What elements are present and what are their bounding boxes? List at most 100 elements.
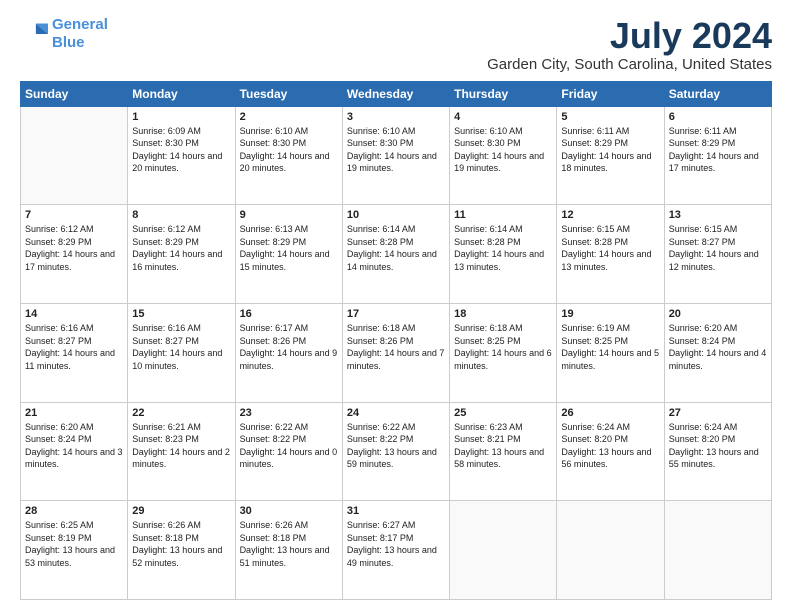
day-number: 24 <box>347 407 445 419</box>
calendar-cell <box>450 501 557 600</box>
calendar-cell: 5 Sunrise: 6:11 AM Sunset: 8:29 PM Daylig… <box>557 106 664 205</box>
title-block: July 2024 Garden City, South Carolina, U… <box>487 16 772 73</box>
col-wednesday: Wednesday <box>342 81 449 106</box>
logo-line2: Blue <box>52 34 85 51</box>
logo-text: General Blue <box>52 16 108 52</box>
day-info: Sunrise: 6:22 AM Sunset: 8:22 PM Dayligh… <box>347 421 445 471</box>
calendar-week-row: 14 Sunrise: 6:16 AM Sunset: 8:27 PM Dayli… <box>21 303 772 402</box>
calendar-cell: 15Sunrise: 6:16 AM Sunset: 8:27 PM Dayli… <box>128 303 235 402</box>
day-number: 31 <box>347 505 445 517</box>
col-sunday: Sunday <box>21 81 128 106</box>
calendar-cell: 18 Sunrise: 6:18 AM Sunset: 8:25 PM Dayli… <box>450 303 557 402</box>
col-monday: Monday <box>128 81 235 106</box>
header: General Blue July 2024 Garden City, Sout… <box>20 16 772 73</box>
calendar-cell: 30 Sunrise: 6:26 AM Sunset: 8:18 PM Dayli… <box>235 501 342 600</box>
day-number: 25 <box>454 407 552 419</box>
calendar-week-row: 28 Sunrise: 6:25 AM Sunset: 8:19 PM Dayli… <box>21 501 772 600</box>
day-info: Sunrise: 6:10 AM Sunset: 8:30 PM Dayligh… <box>347 125 445 175</box>
logo-icon <box>20 20 48 48</box>
calendar-cell: 21Sunrise: 6:20 AM Sunset: 8:24 PM Dayli… <box>21 402 128 501</box>
calendar-cell: 25 Sunrise: 6:23 AM Sunset: 8:21 PM Dayli… <box>450 402 557 501</box>
day-info: Sunrise: 6:20 AM Sunset: 8:24 PM Dayligh… <box>669 322 767 372</box>
calendar-cell: 20 Sunrise: 6:20 AM Sunset: 8:24 PM Dayli… <box>664 303 771 402</box>
day-number: 13 <box>669 209 767 221</box>
day-info: Sunrise: 6:20 AM Sunset: 8:24 PM Dayligh… <box>25 421 123 471</box>
day-info: Sunrise: 6:26 AM Sunset: 8:18 PM Dayligh… <box>240 519 338 569</box>
calendar-cell: 7Sunrise: 6:12 AM Sunset: 8:29 PM Daylig… <box>21 205 128 304</box>
day-number: 17 <box>347 308 445 320</box>
calendar-cell: 16 Sunrise: 6:17 AM Sunset: 8:26 PM Dayli… <box>235 303 342 402</box>
day-number: 15 <box>132 308 230 320</box>
day-info: Sunrise: 6:25 AM Sunset: 8:19 PM Dayligh… <box>25 519 123 569</box>
day-number: 22 <box>132 407 230 419</box>
calendar-week-row: 7Sunrise: 6:12 AM Sunset: 8:29 PM Daylig… <box>21 205 772 304</box>
calendar-cell: 9Sunrise: 6:13 AM Sunset: 8:29 PM Daylig… <box>235 205 342 304</box>
day-number: 26 <box>561 407 659 419</box>
calendar-cell: 28 Sunrise: 6:25 AM Sunset: 8:19 PM Dayli… <box>21 501 128 600</box>
calendar: Sunday Monday Tuesday Wednesday Thursday… <box>20 81 772 600</box>
subtitle: Garden City, South Carolina, United Stat… <box>487 56 772 73</box>
day-number: 12 <box>561 209 659 221</box>
day-number: 27 <box>669 407 767 419</box>
calendar-cell <box>557 501 664 600</box>
day-info: Sunrise: 6:19 AM Sunset: 8:25 PM Dayligh… <box>561 322 659 372</box>
main-title: July 2024 <box>487 16 772 56</box>
day-info: Sunrise: 6:10 AM Sunset: 8:30 PM Dayligh… <box>454 125 552 175</box>
day-info: Sunrise: 6:15 AM Sunset: 8:28 PM Dayligh… <box>561 223 659 273</box>
col-saturday: Saturday <box>664 81 771 106</box>
day-number: 8 <box>132 209 230 221</box>
day-number: 6 <box>669 111 767 123</box>
day-number: 30 <box>240 505 338 517</box>
calendar-cell <box>664 501 771 600</box>
calendar-cell: 29 Sunrise: 6:26 AM Sunset: 8:18 PM Dayli… <box>128 501 235 600</box>
calendar-cell: 31Sunrise: 6:27 AM Sunset: 8:17 PM Dayli… <box>342 501 449 600</box>
day-info: Sunrise: 6:16 AM Sunset: 8:27 PM Dayligh… <box>25 322 123 372</box>
calendar-cell: 11 Sunrise: 6:14 AM Sunset: 8:28 PM Dayli… <box>450 205 557 304</box>
calendar-cell: 6 Sunrise: 6:11 AM Sunset: 8:29 PM Daylig… <box>664 106 771 205</box>
calendar-week-row: 1Sunrise: 6:09 AM Sunset: 8:30 PM Daylig… <box>21 106 772 205</box>
day-info: Sunrise: 6:17 AM Sunset: 8:26 PM Dayligh… <box>240 322 338 372</box>
day-info: Sunrise: 6:15 AM Sunset: 8:27 PM Dayligh… <box>669 223 767 273</box>
calendar-cell: 14 Sunrise: 6:16 AM Sunset: 8:27 PM Dayli… <box>21 303 128 402</box>
day-number: 10 <box>347 209 445 221</box>
day-info: Sunrise: 6:12 AM Sunset: 8:29 PM Dayligh… <box>132 223 230 273</box>
day-number: 20 <box>669 308 767 320</box>
calendar-cell: 8 Sunrise: 6:12 AM Sunset: 8:29 PM Daylig… <box>128 205 235 304</box>
day-number: 18 <box>454 308 552 320</box>
day-info: Sunrise: 6:14 AM Sunset: 8:28 PM Dayligh… <box>347 223 445 273</box>
day-number: 29 <box>132 505 230 517</box>
col-tuesday: Tuesday <box>235 81 342 106</box>
day-number: 9 <box>240 209 338 221</box>
day-info: Sunrise: 6:11 AM Sunset: 8:29 PM Dayligh… <box>669 125 767 175</box>
calendar-cell: 4Sunrise: 6:10 AM Sunset: 8:30 PM Daylig… <box>450 106 557 205</box>
day-number: 28 <box>25 505 123 517</box>
calendar-cell: 2Sunrise: 6:10 AM Sunset: 8:30 PM Daylig… <box>235 106 342 205</box>
day-number: 14 <box>25 308 123 320</box>
day-info: Sunrise: 6:23 AM Sunset: 8:21 PM Dayligh… <box>454 421 552 471</box>
day-number: 11 <box>454 209 552 221</box>
day-number: 19 <box>561 308 659 320</box>
day-info: Sunrise: 6:18 AM Sunset: 8:25 PM Dayligh… <box>454 322 552 372</box>
logo: General Blue <box>20 16 108 52</box>
day-info: Sunrise: 6:11 AM Sunset: 8:29 PM Dayligh… <box>561 125 659 175</box>
calendar-cell: 19 Sunrise: 6:19 AM Sunset: 8:25 PM Dayli… <box>557 303 664 402</box>
day-info: Sunrise: 6:21 AM Sunset: 8:23 PM Dayligh… <box>132 421 230 471</box>
day-info: Sunrise: 6:12 AM Sunset: 8:29 PM Dayligh… <box>25 223 123 273</box>
calendar-week-row: 21Sunrise: 6:20 AM Sunset: 8:24 PM Dayli… <box>21 402 772 501</box>
calendar-cell: 12 Sunrise: 6:15 AM Sunset: 8:28 PM Dayli… <box>557 205 664 304</box>
calendar-cell: 10 Sunrise: 6:14 AM Sunset: 8:28 PM Dayli… <box>342 205 449 304</box>
col-friday: Friday <box>557 81 664 106</box>
calendar-cell: 17Sunrise: 6:18 AM Sunset: 8:26 PM Dayli… <box>342 303 449 402</box>
day-info: Sunrise: 6:14 AM Sunset: 8:28 PM Dayligh… <box>454 223 552 273</box>
calendar-header-row: Sunday Monday Tuesday Wednesday Thursday… <box>21 81 772 106</box>
day-info: Sunrise: 6:26 AM Sunset: 8:18 PM Dayligh… <box>132 519 230 569</box>
calendar-cell: 26Sunrise: 6:24 AM Sunset: 8:20 PM Dayli… <box>557 402 664 501</box>
page: General Blue July 2024 Garden City, Sout… <box>0 0 792 612</box>
calendar-body: 1Sunrise: 6:09 AM Sunset: 8:30 PM Daylig… <box>21 106 772 599</box>
day-number: 16 <box>240 308 338 320</box>
day-info: Sunrise: 6:10 AM Sunset: 8:30 PM Dayligh… <box>240 125 338 175</box>
calendar-cell: 22 Sunrise: 6:21 AM Sunset: 8:23 PM Dayli… <box>128 402 235 501</box>
day-number: 5 <box>561 111 659 123</box>
col-thursday: Thursday <box>450 81 557 106</box>
logo-line1: General <box>52 16 108 33</box>
